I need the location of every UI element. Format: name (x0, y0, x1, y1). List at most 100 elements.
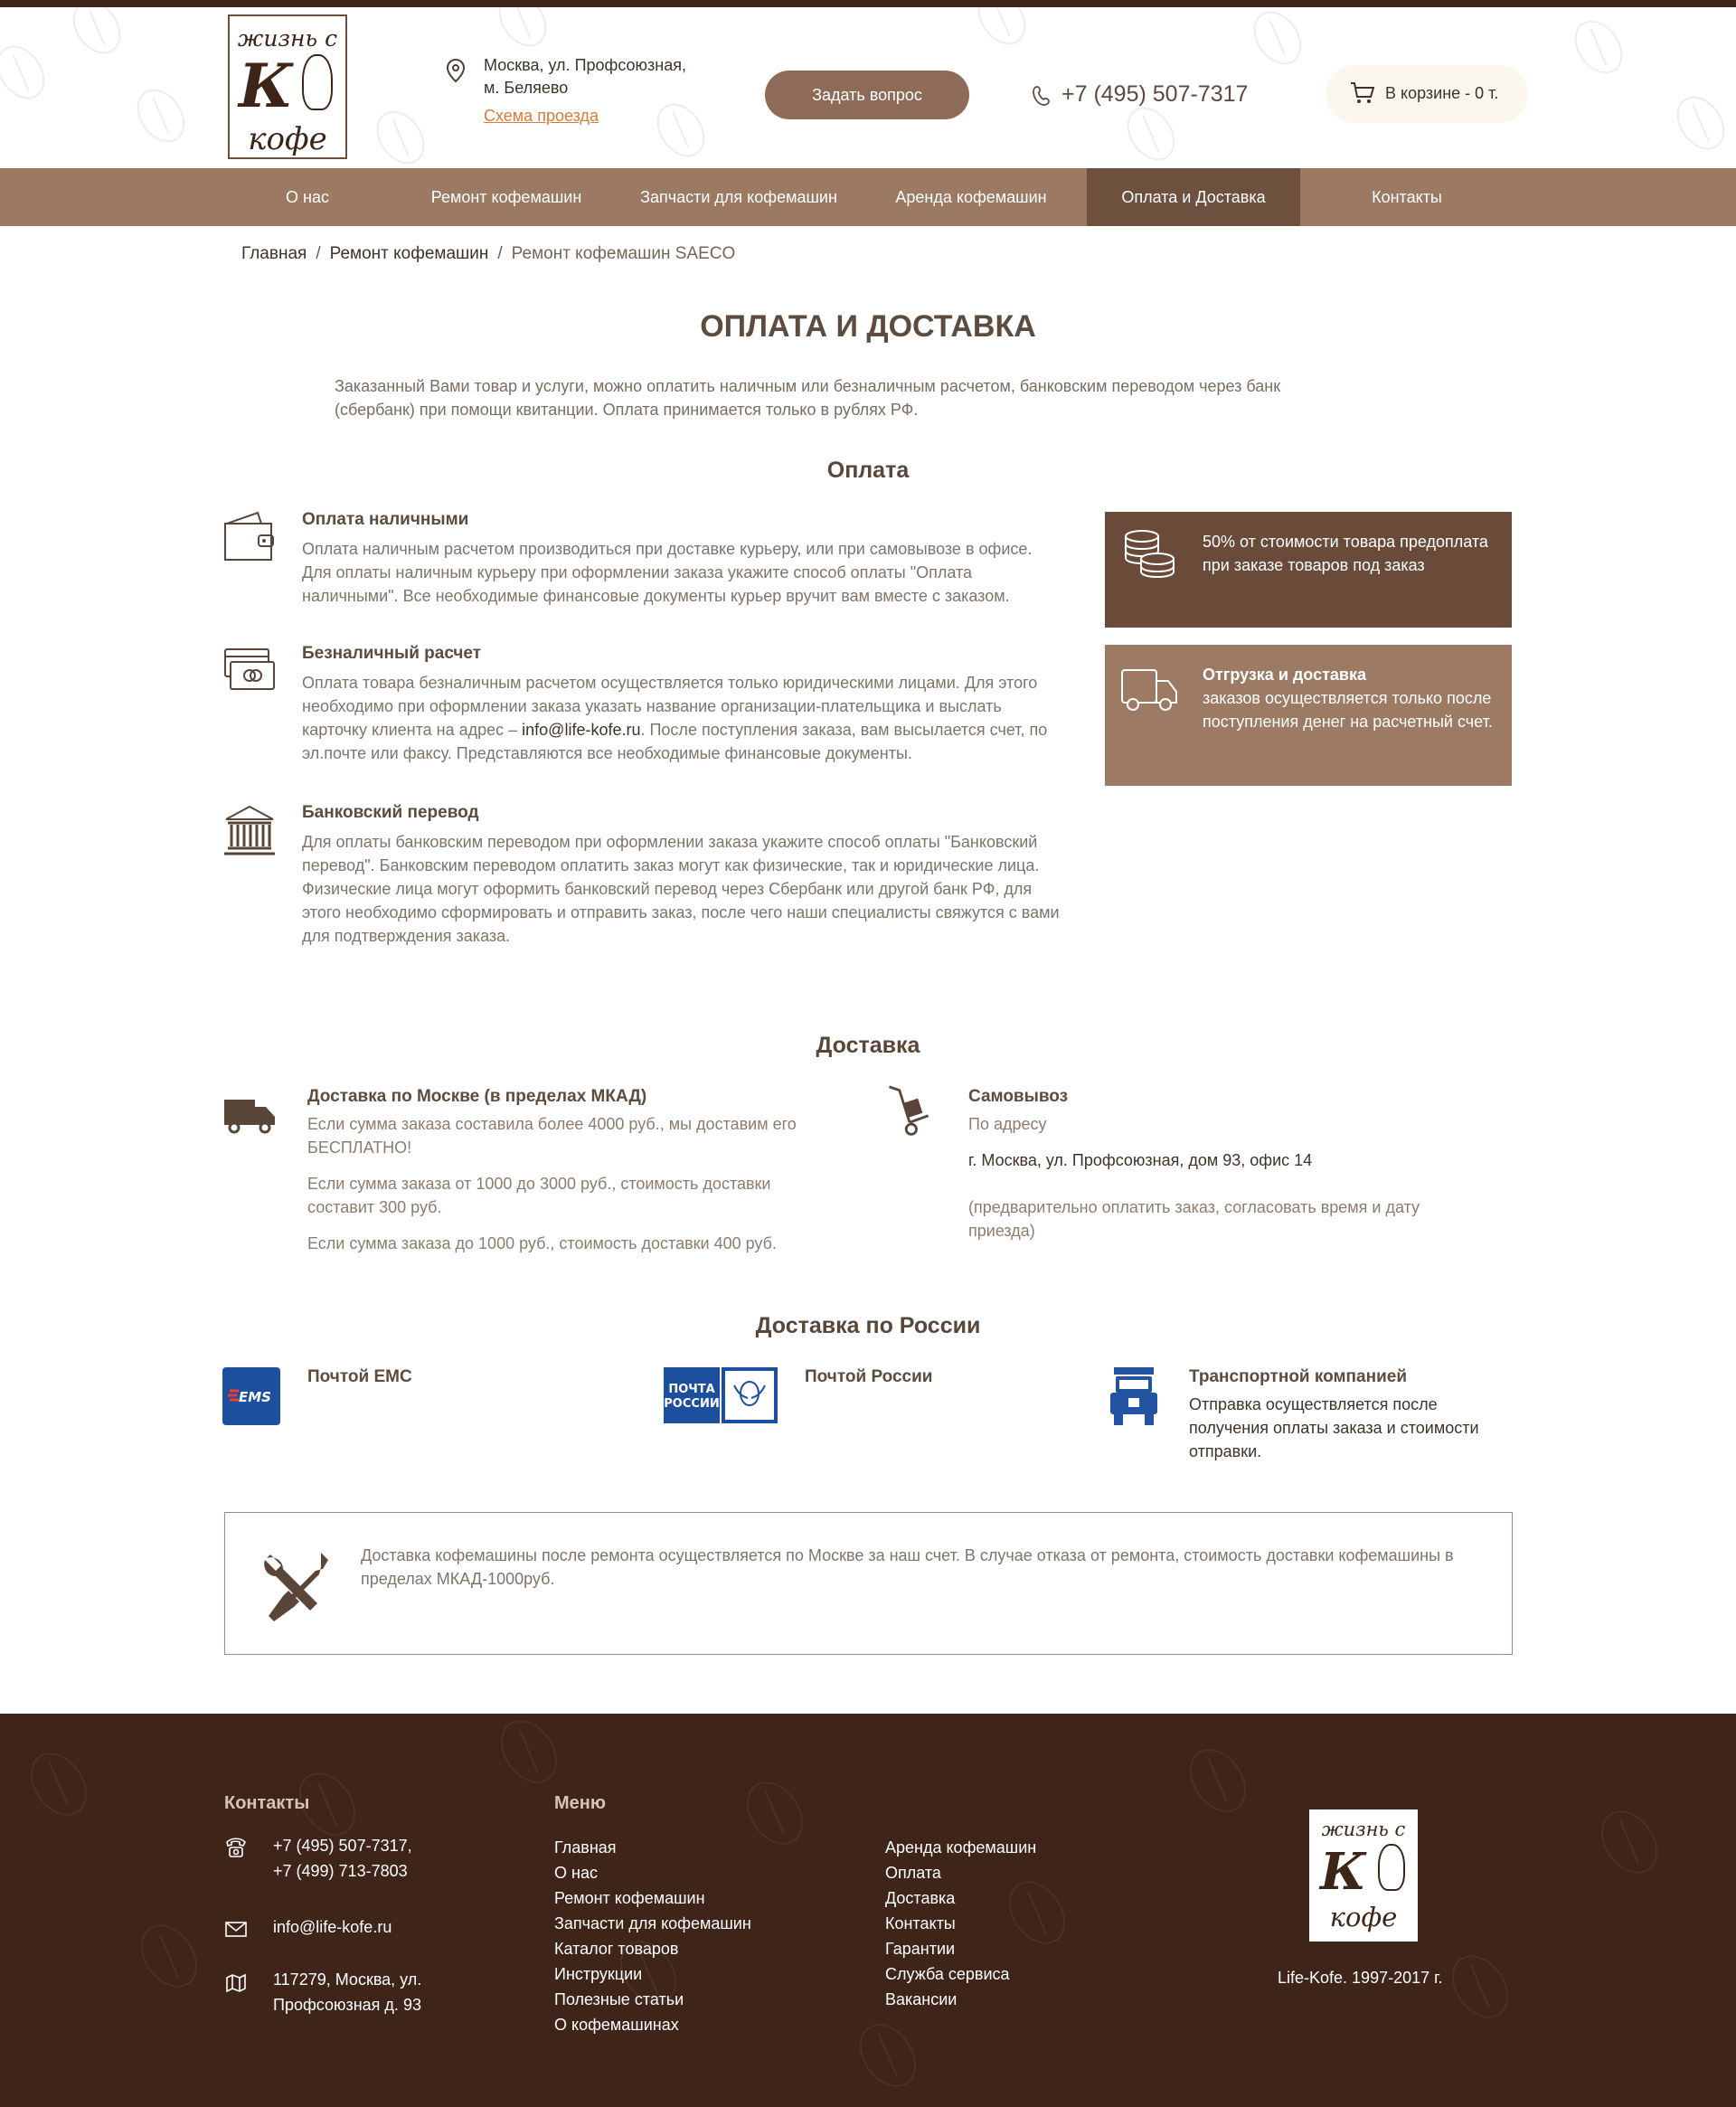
logo-portrait (302, 54, 333, 110)
footer-menu-link[interactable]: Полезные статьи (554, 1987, 826, 2012)
main-navigation: О нас Ремонт кофемашин Запчасти для кофе… (0, 168, 1736, 226)
post-logo-text: ПОЧТА (668, 1383, 714, 1396)
footer-menu-link[interactable]: О кофемашинах (554, 2012, 826, 2037)
footer-menu-link[interactable]: Аренда кофемашин (885, 1835, 1156, 1860)
repair-delivery-notice: Доставка кофемашины после ремонта осущес… (224, 1512, 1513, 1655)
footer-menu-column-2: Аренда кофемашин Оплата Доставка Контакт… (885, 1835, 1156, 2012)
footer-menu-link[interactable]: Оплата (885, 1860, 1156, 1885)
footer-menu-link[interactable]: Вакансии (885, 1987, 1156, 2012)
coffee-bean-decoration (1440, 1944, 1520, 2029)
footer-phone[interactable]: +7 (499) 713-7803 (273, 1858, 481, 1884)
page-title: ОПЛАТА И ДОСТАВКА (700, 309, 1036, 344)
footer-address-text: 117279, Москва, ул. Профсоюзная д. 93 (273, 1967, 481, 2017)
coffee-bean-decoration (129, 1913, 209, 1998)
footer-address-line: 117279, Москва, ул. (273, 1970, 422, 1989)
prepayment-box: 50% от стоимости товара предоплата при з… (1105, 512, 1512, 628)
nav-item-rental[interactable]: Аренда кофемашин (870, 168, 1072, 226)
site-logo[interactable]: жизнь с К кофе (228, 14, 347, 159)
logo-top-text: жизнь с (237, 25, 338, 52)
breadcrumb-separator: / (316, 244, 321, 263)
payment-cash: Оплата наличными Оплата наличным расчето… (222, 510, 1072, 609)
coffee-bean-decoration (366, 101, 435, 168)
tools-icon (264, 1553, 328, 1621)
coffee-bean-decoration (62, 7, 131, 63)
coffee-bean-decoration (848, 2013, 928, 2098)
coffee-bean-decoration (1590, 1800, 1669, 1885)
russia-delivery-title: Доставка по России (755, 1313, 981, 1338)
coffee-bean-decoration (19, 1742, 99, 1827)
nav-item-repair[interactable]: Ремонт кофемашин (405, 168, 608, 226)
phone-icon (1033, 86, 1050, 106)
notice-text: Доставка кофемашины после ремонта осущес… (361, 1546, 1454, 1588)
coffee-bean-decoration (1564, 11, 1633, 83)
footer-menu-link[interactable]: Служба сервиса (885, 1961, 1156, 1987)
footer-menu-link[interactable]: Запчасти для кофемашин (554, 1911, 826, 1936)
nav-item-payment-delivery[interactable]: Оплата и Доставка (1087, 168, 1300, 226)
footer-menu-link[interactable]: Гарантии (885, 1936, 1156, 1961)
email-link[interactable]: info@life-kofe.ru (522, 721, 640, 739)
nav-item-contacts[interactable]: Контакты (1300, 168, 1514, 226)
copyright: Life-Kofe. 1997-2017 г. (1278, 1969, 1443, 1987)
footer-menu-link[interactable]: Каталог товаров (554, 1936, 826, 1961)
coffee-bean-decoration (1178, 1738, 1258, 1823)
coffee-bean-decoration (1666, 87, 1735, 159)
coffee-bean-decoration (489, 1714, 569, 1794)
footer-email-link[interactable]: info@life-kofe.ru (273, 1914, 481, 1940)
cart-button[interactable]: В корзине - 0 т. (1326, 65, 1528, 123)
location-pin-icon (446, 58, 466, 83)
post-logo-text: РОССИИ (664, 1397, 719, 1411)
payment-method-title: Банковский перевод (302, 803, 479, 822)
prepayment-text: 50% от стоимости товара предоплата при з… (1203, 533, 1488, 574)
coffee-bean-decoration (1243, 7, 1312, 74)
map-link[interactable]: Схема проезда (484, 107, 599, 126)
footer-menu-link[interactable]: Контакты (885, 1911, 1156, 1936)
cart-status: В корзине - 0 т. (1385, 84, 1499, 102)
footer-menu-link[interactable]: Ремонт кофемашин (554, 1885, 826, 1911)
cart-icon (1351, 82, 1375, 103)
shipping-box-content: Отгрузка и доставка заказов осуществляет… (1203, 663, 1501, 733)
breadcrumb-home[interactable]: Главная (241, 244, 307, 263)
truck-icon (224, 1100, 275, 1134)
map-icon (226, 1973, 246, 1992)
address-text: Москва, ул. Профсоюзная, м. Беляево (484, 54, 686, 99)
payment-method-text: Оплата товара безналичным расчетом осуще… (302, 671, 1061, 765)
logo-letter: К (239, 51, 294, 121)
footer-contacts-title: Контакты (224, 1793, 310, 1813)
footer-menu-link[interactable]: Доставка (885, 1885, 1156, 1911)
pickup-note: (предварительно оплатить заказ, согласов… (968, 1198, 1420, 1240)
payment-method-title: Оплата наличными (302, 510, 469, 529)
breadcrumb-current: Ремонт кофемашин SAECO (511, 244, 736, 263)
coins-icon (1125, 530, 1175, 579)
coffee-bean-decoration (646, 94, 715, 166)
nav-item-parts[interactable]: Запчасти для кофемашин (624, 168, 854, 226)
russia-method-title: Транспортной компанией (1189, 1367, 1407, 1386)
coffee-bean-decoration (127, 80, 195, 152)
breadcrumb-repair[interactable]: Ремонт кофемашин (330, 244, 489, 263)
payment-method-title: Безналичный расчет (302, 644, 482, 663)
pickup-subtitle: По адресу (968, 1115, 1047, 1133)
hand-truck-icon (889, 1085, 929, 1136)
site-header: жизнь с К кофе Москва, ул. Профсоюзная, … (0, 7, 1736, 168)
footer-logo[interactable]: жизнь с К кофе (1309, 1809, 1418, 1942)
russia-method-title: Почтой России (805, 1367, 933, 1386)
wallet-icon (224, 511, 274, 561)
logo-portrait (1378, 1844, 1405, 1891)
russia-method-title: Почтой EMC (307, 1367, 412, 1386)
logo-bottom-text: кофе (1329, 1902, 1398, 1932)
card-icon (224, 648, 275, 690)
footer-phone[interactable]: +7 (495) 507-7317, (273, 1833, 481, 1858)
payment-bank-transfer: Банковский перевод Для оплаты банковским… (222, 803, 1072, 957)
payment-section-title: Оплата (826, 458, 910, 483)
footer-menu-link[interactable]: Главная (554, 1835, 826, 1860)
footer-menu-link[interactable]: Инструкции (554, 1961, 826, 1987)
nav-item-about[interactable]: О нас (235, 168, 380, 226)
footer-menu-link[interactable]: О нас (554, 1860, 826, 1885)
mail-icon (225, 1922, 247, 1937)
moscow-delivery-text: Если сумма заказа до 1000 руб., стоимост… (307, 1234, 777, 1252)
footer-menu-column-1: Главная О нас Ремонт кофемашин Запчасти … (554, 1835, 826, 2037)
logo-letter: К (1320, 1842, 1366, 1902)
footer-email: info@life-kofe.ru (224, 1914, 477, 1942)
footer-address: 117279, Москва, ул. Профсоюзная д. 93 (224, 1967, 477, 2021)
ask-question-button[interactable]: Задать вопрос (765, 71, 969, 119)
delivery-section-title: Доставка (816, 1033, 920, 1058)
